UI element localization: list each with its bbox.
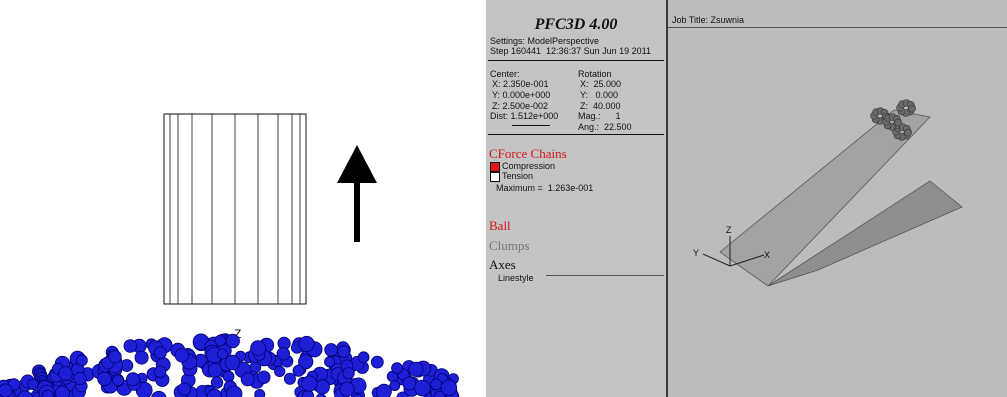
ball: [357, 351, 370, 364]
ball: [153, 346, 167, 360]
ball: [97, 371, 112, 387]
ball: [73, 371, 87, 386]
ball: [440, 379, 458, 397]
clump-ball: [904, 128, 912, 137]
up-arrow-icon: [337, 145, 377, 242]
ball: [151, 390, 167, 397]
pfc3d-window: PFC3D 4.00 Settings: ModelPerspective St…: [486, 0, 1007, 397]
ball: [292, 364, 305, 377]
rotation-y: Y: 0.000: [580, 90, 619, 100]
rotation-z: Z: 40.000: [580, 101, 621, 111]
model-viewport[interactable]: Job Title: Zsuwnia Z Y X: [668, 0, 1007, 397]
axes-heading: Axes: [489, 257, 516, 272]
axis-y-label: Y: [693, 248, 699, 258]
ball: [254, 389, 266, 397]
ball: [214, 334, 227, 347]
scene-canvas: Z: [0, 113, 460, 397]
maximum-value: Maximum = 1.263e-001: [496, 183, 594, 193]
ball: [408, 361, 424, 377]
ball: [177, 382, 192, 396]
ball: [210, 376, 224, 389]
center-heading: Center:: [490, 69, 520, 79]
viewport-canvas: Z Y X: [693, 99, 963, 287]
linestyle-label: Linestyle: [498, 273, 534, 283]
linestyle-sample: [546, 275, 664, 276]
clumps-label: Clumps: [489, 238, 530, 253]
ball: [391, 362, 403, 374]
ball: [108, 349, 122, 364]
ball: [224, 354, 241, 371]
ball: [222, 370, 235, 383]
cylinder-wireframe: [163, 113, 307, 305]
ball: [55, 385, 70, 397]
ball: [276, 347, 291, 361]
ball: [376, 383, 392, 397]
ball-label: Ball: [489, 218, 511, 233]
legend-panel: PFC3D 4.00 Settings: ModelPerspective St…: [486, 0, 668, 397]
center-dist: Dist: 1.512e+000: [490, 111, 559, 121]
ball: [112, 374, 124, 387]
ball: [27, 378, 39, 391]
center-y: Y: 0.000e+000: [492, 90, 551, 100]
divider: [488, 60, 664, 61]
settings-line: Settings: ModelPerspective: [490, 36, 600, 46]
axis-x-label: X: [764, 250, 770, 260]
ball: [324, 343, 338, 357]
rotation-mag: Mag.: 1: [578, 111, 621, 121]
rotation-x: X: 25.000: [580, 79, 622, 89]
ball: [123, 339, 138, 353]
ball: [0, 383, 13, 397]
ball: [342, 367, 355, 380]
center-z: Z: 2.500e-002: [492, 101, 549, 111]
force-chains-heading: CForce Chains: [489, 146, 567, 161]
ball: [250, 340, 267, 357]
rotation-heading: Rotation: [578, 69, 612, 79]
clump-ball: [894, 118, 902, 127]
ball: [76, 354, 88, 367]
ball: [154, 365, 167, 378]
ball: [257, 370, 271, 385]
compression-swatch: [490, 162, 500, 172]
clump-ball: [908, 104, 916, 113]
left-3d-scene: Z: [0, 0, 486, 397]
ball: [134, 350, 149, 365]
ball: [274, 365, 286, 377]
ball: [225, 333, 240, 349]
ball: [283, 372, 296, 385]
ball: [240, 372, 255, 387]
divider: [512, 125, 550, 126]
ball: [301, 375, 318, 392]
tension-label: Tension: [502, 171, 534, 181]
tension-swatch: [490, 172, 500, 182]
ball: [174, 348, 190, 363]
ball: [414, 379, 431, 397]
ball: [370, 355, 384, 369]
ball: [402, 376, 417, 391]
ball: [298, 335, 315, 353]
ball: [430, 378, 443, 391]
ball: [337, 345, 351, 359]
app-title: PFC3D 4.00: [534, 16, 618, 33]
divider: [488, 134, 664, 135]
ball: [314, 379, 330, 395]
ball: [126, 372, 141, 387]
axis-z-label: Z: [726, 225, 732, 235]
ball: [216, 348, 228, 360]
ball-pile: [0, 333, 460, 397]
ball: [58, 366, 73, 381]
ball: [324, 356, 336, 368]
ball: [339, 381, 355, 397]
compression-label: Compression: [502, 161, 556, 171]
step-line: Step 160441 12:36:37 Sun Jun 19 2011: [490, 46, 651, 56]
ball: [207, 363, 223, 378]
center-x: X: 2.350e-001: [492, 79, 549, 89]
rotation-ang: Ang.: 22.500: [578, 122, 632, 132]
